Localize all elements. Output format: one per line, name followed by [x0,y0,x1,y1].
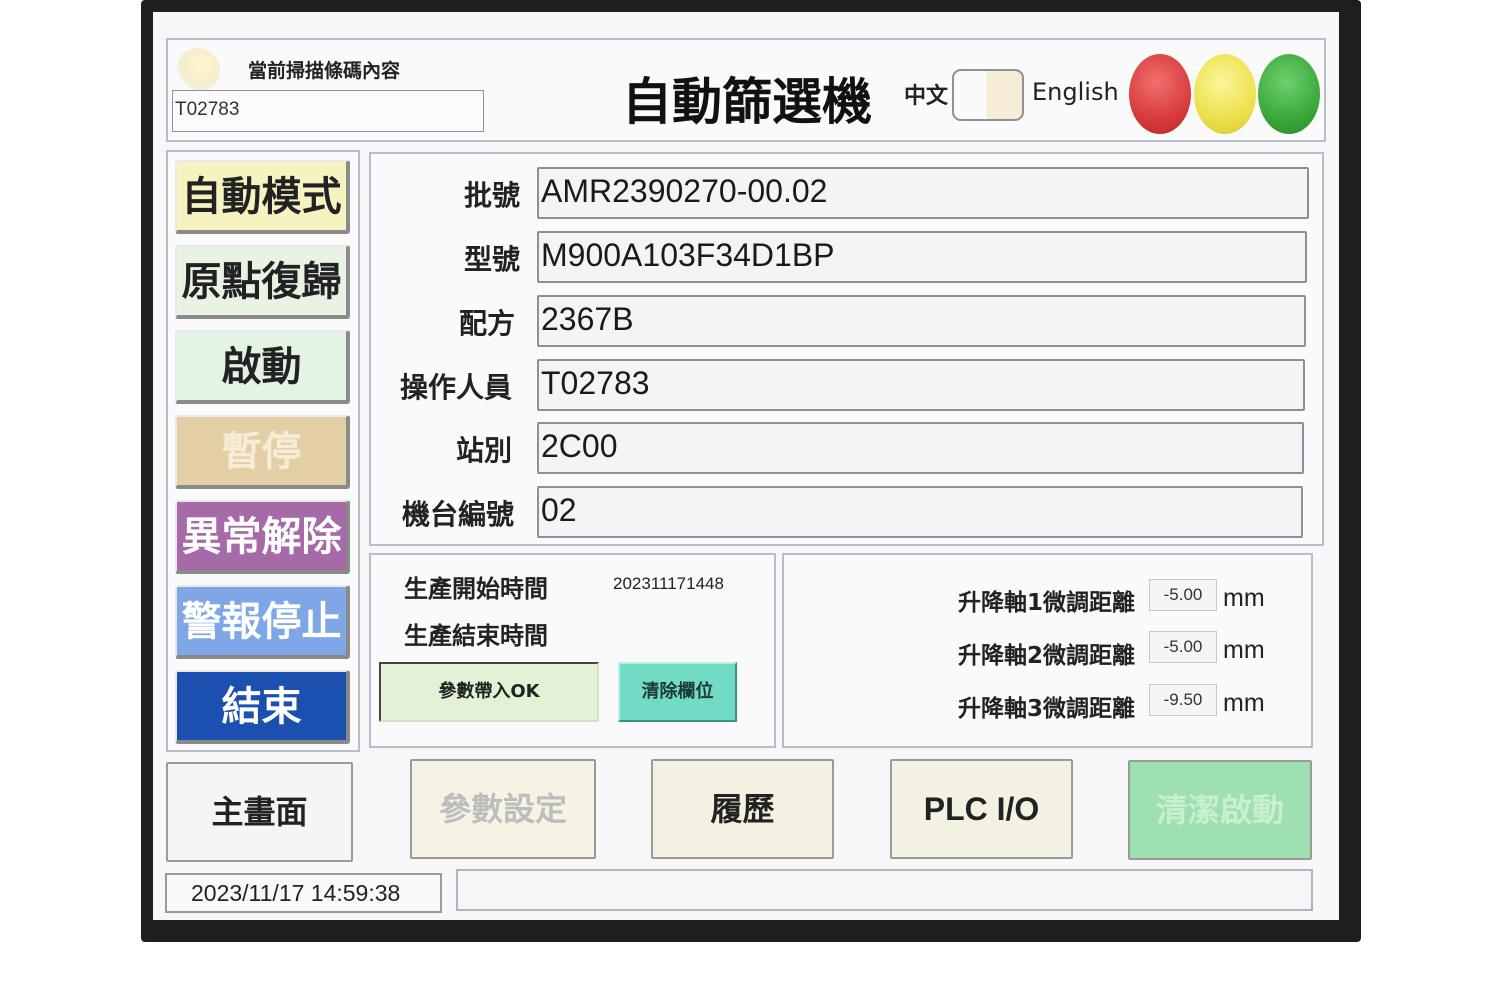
scan-decoration-icon [176,48,220,92]
page-title: 自動篩選機 [622,73,872,131]
datetime-display: 2023/11/17 14:59:38 [165,873,442,913]
pause-button[interactable]: 暫停 [175,415,350,489]
plc-io-button[interactable]: PLC I/O [890,759,1073,859]
scan-label: 當前掃描條碼內容 [248,60,401,82]
operator-label: 操作人員 [400,371,513,404]
apply-params-button[interactable]: 參數帶入OK [379,662,599,722]
axis1-value-input[interactable]: -5.00 [1149,579,1217,611]
clear-error-button[interactable]: 異常解除 [175,500,350,574]
production-start-label: 生產開始時間 [404,575,548,603]
recipe-field[interactable]: 2367B [537,295,1306,347]
clear-fields-button[interactable]: 清除欄位 [618,662,737,722]
end-button[interactable]: 結束 [175,670,350,744]
station-label: 站別 [456,434,513,467]
axis2-value-input[interactable]: -5.00 [1149,631,1217,663]
axis3-value-input[interactable]: -9.50 [1149,684,1217,716]
main-screen-button[interactable]: 主畫面 [166,762,353,862]
green-status-light [1258,54,1320,134]
production-end-label: 生產結束時間 [404,622,548,650]
operator-field[interactable]: T02783 [537,359,1305,411]
alarm-stop-button[interactable]: 警報停止 [175,585,350,659]
axis3-label: 升降軸3微調距離 [958,696,1136,722]
lang-en-label: English [1032,78,1119,106]
model-field[interactable]: M900A103F34D1BP [537,231,1307,283]
axis1-unit: mm [1223,584,1265,612]
language-toggle[interactable] [952,69,1024,121]
yellow-status-light [1194,54,1256,134]
station-field[interactable]: 2C00 [537,422,1304,474]
start-button[interactable]: 啟動 [175,330,350,404]
home-return-button[interactable]: 原點復歸 [175,245,350,319]
batch-label: 批號 [464,179,521,212]
auto-mode-button[interactable]: 自動模式 [175,160,350,234]
history-button[interactable]: 履歷 [651,759,834,859]
model-label: 型號 [464,243,521,276]
axis1-label: 升降軸1微調距離 [958,590,1136,616]
scan-barcode-input[interactable]: T02783 [172,90,484,132]
axis3-unit: mm [1223,689,1265,717]
machine-no-field[interactable]: 02 [537,486,1303,538]
cleaning-start-button[interactable]: 清潔啟動 [1128,760,1312,860]
param-settings-button[interactable]: 參數設定 [410,759,596,859]
recipe-label: 配方 [459,307,516,340]
batch-field[interactable]: AMR2390270-00.02 [537,167,1309,219]
machine-no-label: 機台編號 [402,498,515,531]
red-status-light [1129,54,1191,134]
status-message-bar [456,869,1313,911]
axis2-unit: mm [1223,636,1265,664]
production-start-value: 202311171448 [613,574,724,593]
lang-zh-label: 中文 [904,84,949,109]
axis2-label: 升降軸2微調距離 [958,643,1136,669]
